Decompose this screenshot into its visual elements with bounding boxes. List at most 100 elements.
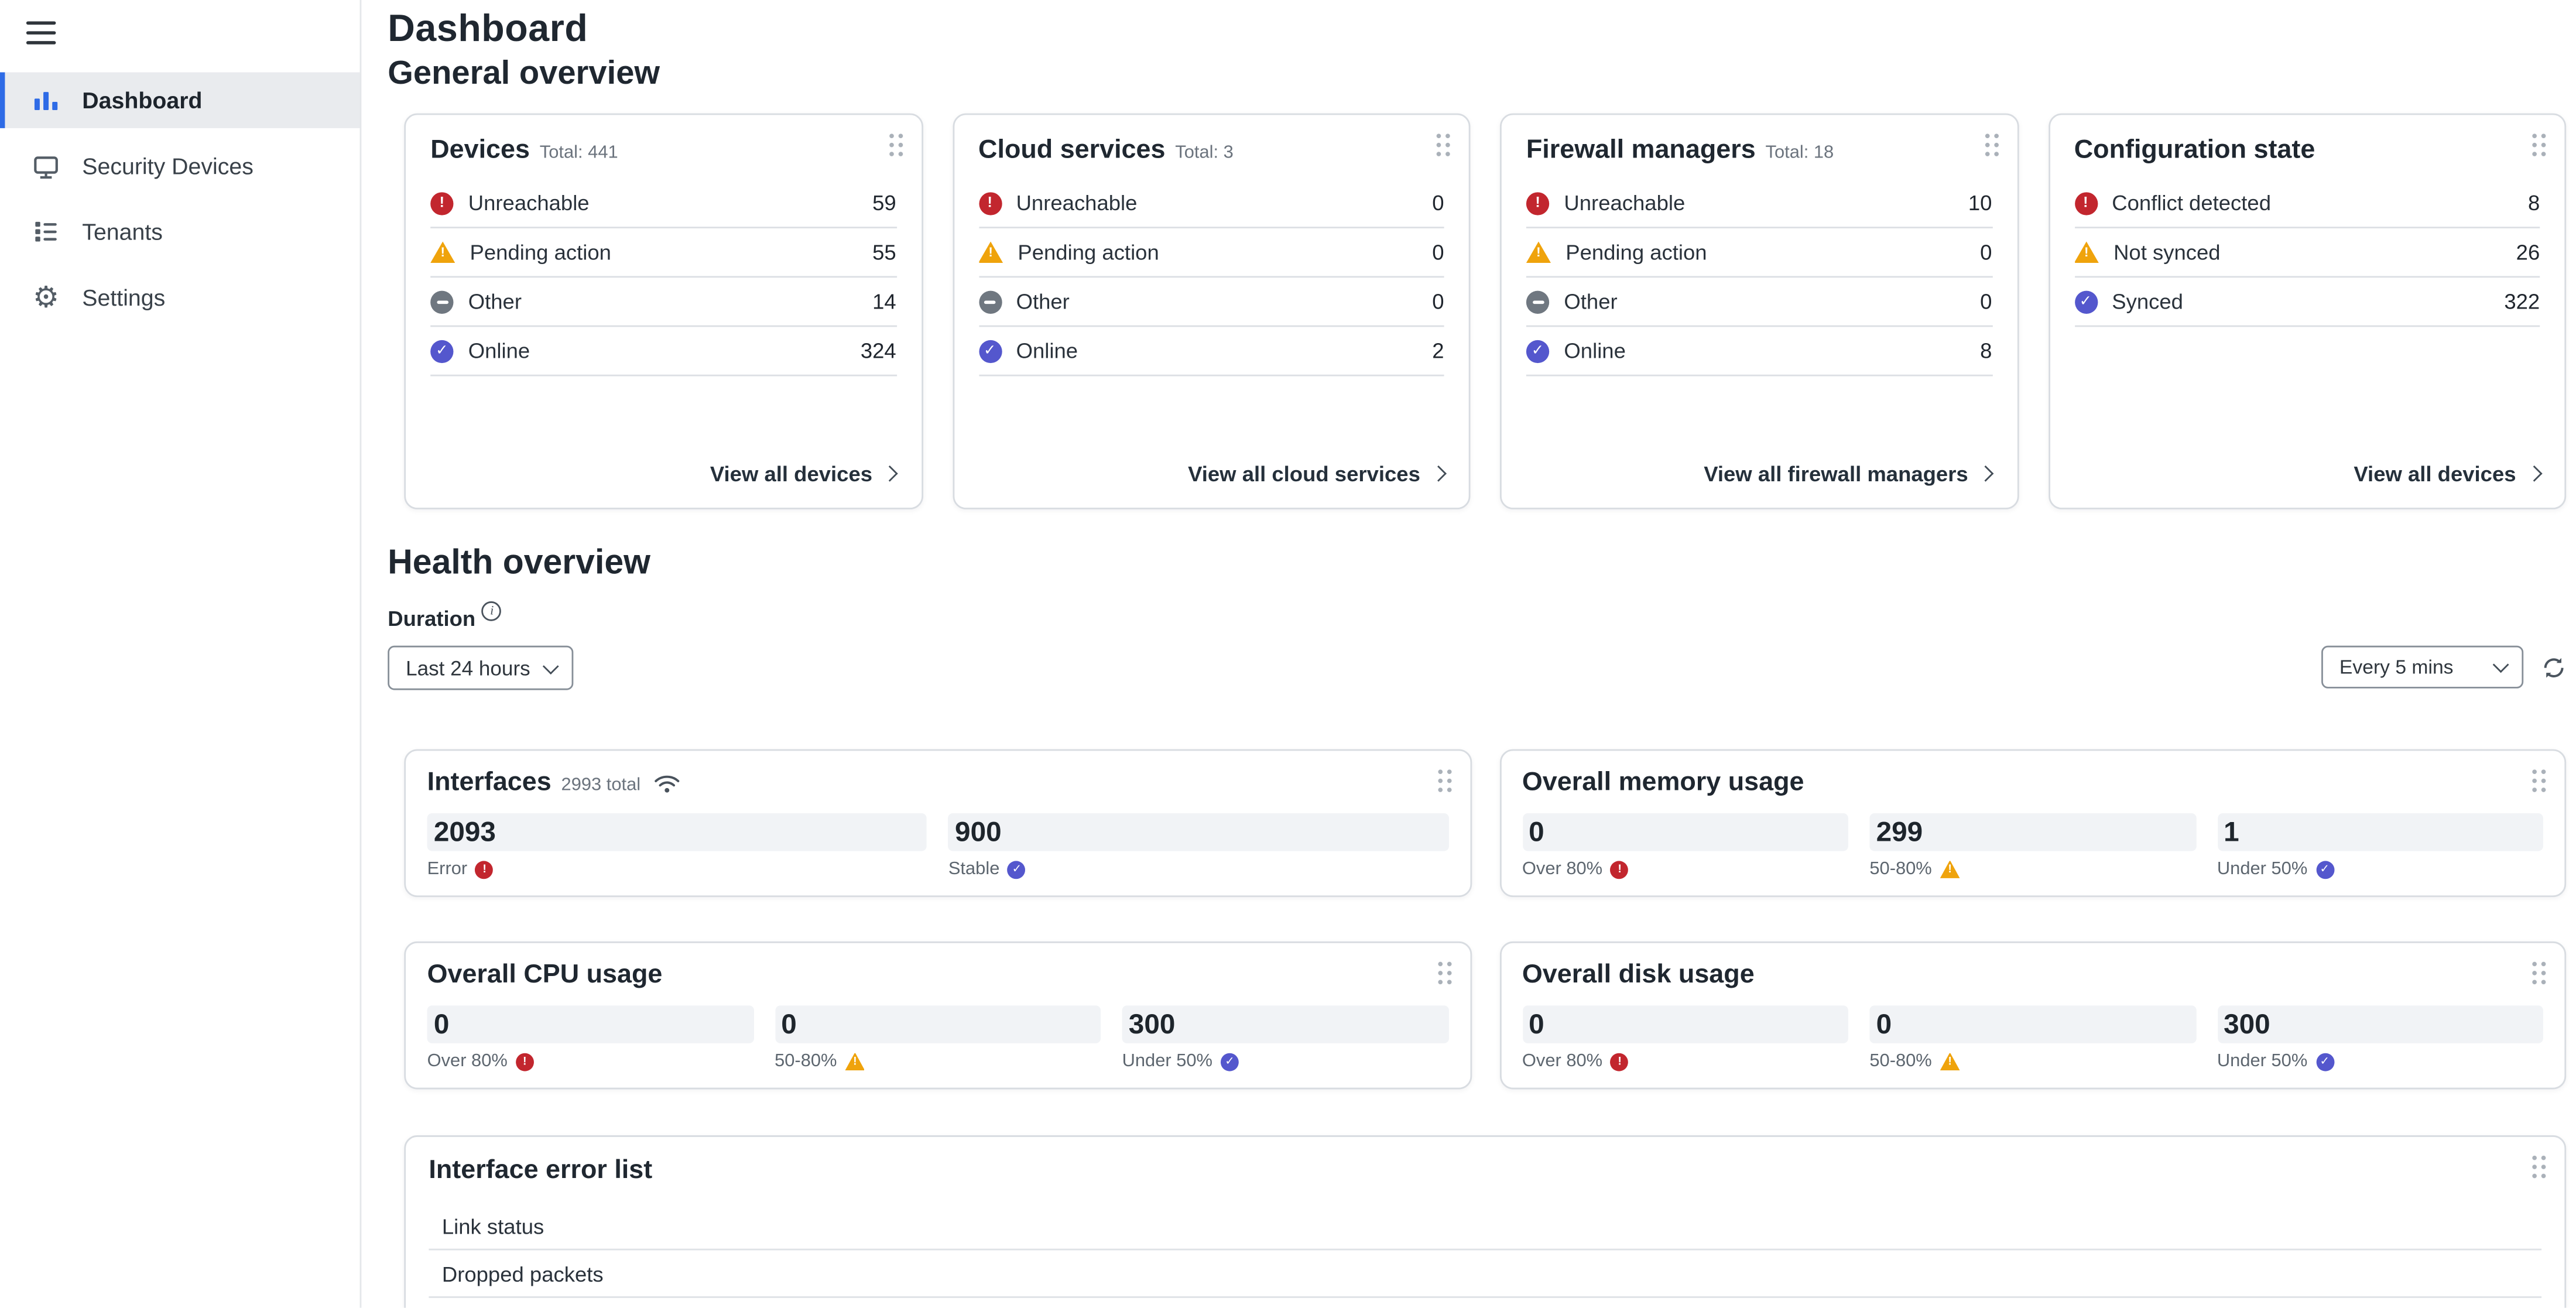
drag-handle-icon[interactable] (1982, 131, 2000, 157)
refresh-icon[interactable] (2541, 655, 2566, 679)
chevron-down-icon (2492, 657, 2508, 672)
card-title: Interfaces (427, 767, 551, 798)
status-label: Pending action (1566, 240, 1965, 265)
status-label: Not synced (2113, 240, 2501, 265)
status-value: 14 (872, 289, 896, 314)
stat-under-50: 300 Under 50% (2217, 1005, 2543, 1071)
status-row-pending: Pending action 0 (978, 228, 1444, 278)
sidebar-item-tenants[interactable]: Tenants (0, 204, 360, 259)
status-value: 0 (1980, 289, 1992, 314)
status-label: Unreachable (1564, 191, 1953, 215)
check-icon (1008, 860, 1026, 878)
error-icon (1611, 860, 1629, 878)
view-all-devices-link[interactable]: View all devices (2354, 462, 2538, 487)
stat-bar: 0 (427, 1005, 753, 1043)
duration-select[interactable]: Last 24 hours (388, 646, 573, 690)
sidebar-item-label: Dashboard (82, 87, 202, 114)
list-item-input-errors[interactable]: Input errors (429, 1298, 2541, 1308)
status-label: Synced (2112, 289, 2489, 314)
list-item-dropped-packets[interactable]: Dropped packets (429, 1250, 2541, 1297)
status-label: Other (1016, 289, 1417, 314)
refresh-interval-value: Every 5 mins (2339, 656, 2454, 679)
card-title: Interface error list (429, 1155, 652, 1186)
tenants-icon (31, 217, 61, 246)
error-icon (1526, 191, 1549, 214)
card-subtitle: 2993 total (561, 775, 641, 795)
status-value: 2 (1432, 338, 1444, 363)
drag-handle-icon[interactable] (1434, 131, 1453, 157)
drag-handle-icon[interactable] (2530, 767, 2548, 793)
list-item-link-status[interactable]: Link status (429, 1203, 2541, 1250)
stat-value: 0 (781, 1011, 797, 1039)
view-all-cloud-services-link[interactable]: View all cloud services (1188, 462, 1443, 487)
card-cloud-services: Cloud services Total: 3 Unreachable 0 Pe… (952, 114, 1470, 509)
view-all-label: View all devices (2354, 462, 2516, 487)
error-icon (475, 860, 494, 878)
status-value: 8 (2528, 191, 2540, 215)
stat-bar: 0 (1869, 1005, 2195, 1043)
drag-handle-icon[interactable] (1435, 767, 1453, 793)
stat-over-80: 0 Over 80% (427, 1005, 753, 1071)
sidebar-item-settings[interactable]: ⚙ Settings (0, 269, 360, 325)
status-row-other: Other 0 (1526, 278, 1992, 327)
neutral-icon (1526, 290, 1549, 313)
health-controls: Duration Last 24 hours Every 5 mins (388, 605, 2566, 690)
card-firewall-managers: Firewall managers Total: 18 Unreachable … (1500, 114, 2018, 509)
view-all-firewall-managers-link[interactable]: View all firewall managers (1704, 462, 1990, 487)
drag-handle-icon[interactable] (1435, 960, 1453, 986)
status-label: Online (1564, 338, 1965, 363)
stat-over-80: 0 Over 80% (1522, 1005, 1848, 1071)
check-icon (2074, 290, 2097, 313)
neutral-icon (978, 290, 1001, 313)
stat-over-80: 0 Over 80% (1522, 813, 1848, 879)
warning-icon (845, 1052, 865, 1070)
stat-under-50: 300 Under 50% (1122, 1005, 1448, 1071)
stat-under-50: 1 Under 50% (2217, 813, 2543, 879)
drag-handle-icon[interactable] (2530, 960, 2548, 986)
stat-bar: 900 (948, 813, 1448, 851)
sidebar-item-security-devices[interactable]: Security Devices (0, 138, 360, 194)
drag-handle-icon[interactable] (2530, 131, 2548, 157)
error-icon (430, 191, 453, 214)
sidebar: Dashboard Security Devices Tenants ⚙ Set… (0, 0, 361, 1308)
card-disk-usage: Overall disk usage 0 Over 80% 0 50-80% 3… (1499, 941, 2567, 1090)
duration-value: Last 24 hours (406, 656, 530, 679)
chevron-right-icon (2525, 467, 2540, 482)
stat-error: 2093 Error (427, 813, 927, 879)
card-memory-usage: Overall memory usage 0 Over 80% 299 50-8… (1499, 749, 2567, 898)
status-value: 0 (1432, 240, 1444, 265)
stat-label: Error (427, 860, 468, 879)
stat-value: 0 (1876, 1011, 1892, 1039)
error-icon (516, 1052, 534, 1070)
drag-handle-icon[interactable] (886, 131, 905, 157)
stat-label: Over 80% (1522, 1052, 1602, 1071)
stat-value: 0 (1529, 818, 1544, 846)
stat-bar: 299 (1869, 813, 2195, 851)
card-total: Total: 18 (1766, 143, 1834, 163)
status-label: Conflict detected (2112, 191, 2513, 215)
drag-handle-icon[interactable] (2530, 1153, 2548, 1180)
status-value: 55 (872, 240, 896, 265)
check-icon (978, 339, 1001, 362)
info-icon[interactable] (482, 601, 502, 621)
view-all-devices-link[interactable]: View all devices (710, 462, 895, 487)
stat-label: 50-80% (1869, 1052, 1931, 1071)
status-row-pending: Pending action 0 (1526, 228, 1992, 278)
stat-50-80: 299 50-80% (1869, 813, 2195, 879)
warning-icon (2074, 241, 2099, 262)
status-value: 0 (1980, 240, 1992, 265)
refresh-interval-select[interactable]: Every 5 mins (2321, 646, 2523, 689)
check-icon (2315, 1052, 2334, 1070)
stat-label: Stable (948, 860, 1000, 879)
sidebar-item-dashboard[interactable]: Dashboard (0, 72, 360, 128)
error-icon (2074, 191, 2097, 214)
warning-icon (430, 241, 455, 262)
card-title: Overall CPU usage (427, 960, 663, 991)
status-label: Online (468, 338, 846, 363)
stat-bar: 0 (1522, 813, 1848, 851)
stat-label: Under 50% (1122, 1052, 1212, 1071)
hamburger-menu-icon[interactable] (26, 21, 56, 44)
warning-icon (1526, 241, 1551, 262)
status-label: Online (1016, 338, 1417, 363)
status-label: Other (468, 289, 858, 314)
